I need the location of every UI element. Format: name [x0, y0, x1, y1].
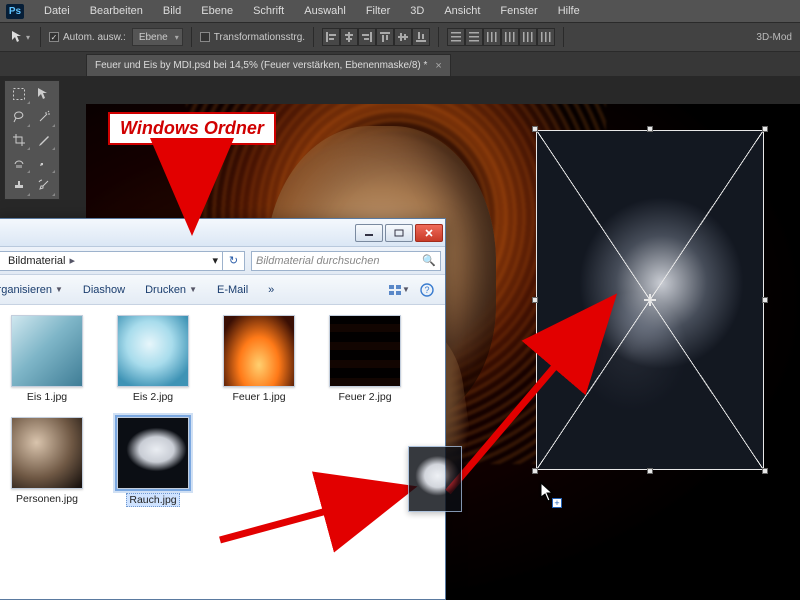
copy-badge-icon: + — [552, 498, 562, 508]
photoshop-window: Ps DateiBearbeitenBildEbeneSchriftAuswah… — [0, 0, 800, 600]
annotation-arrows — [0, 0, 800, 600]
drag-ghost-thumbnail — [408, 446, 462, 512]
